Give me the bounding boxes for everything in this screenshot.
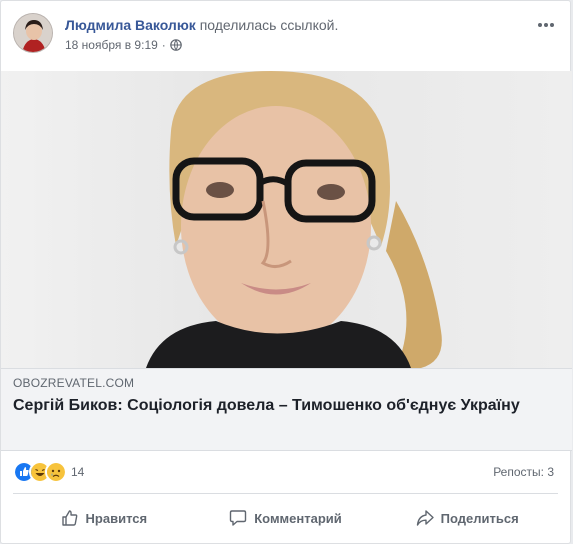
reactions-bar: 14 Репосты: 3	[13, 461, 554, 483]
link-preview-box[interactable]: OBOZREVATEL.COM Сергій Биков: Соціологія…	[1, 368, 572, 451]
author-name[interactable]: Людмила Ваколюк	[65, 17, 196, 33]
post-header: Людмила Ваколюк поделилась ссылкой. 18 н…	[13, 11, 558, 59]
sad-reaction-icon	[45, 461, 67, 483]
post-action-text: поделилась ссылкой.	[199, 17, 339, 33]
comment-button-label: Комментарий	[254, 510, 342, 526]
share-button[interactable]: Поделиться	[376, 498, 558, 538]
like-button-label: Нравится	[85, 510, 148, 526]
globe-icon[interactable]	[169, 39, 182, 51]
avatar[interactable]	[13, 13, 53, 53]
link-domain: OBOZREVATEL.COM	[13, 376, 135, 390]
share-button-label: Поделиться	[440, 510, 519, 526]
avatar-photo	[14, 14, 52, 52]
share-count[interactable]: Репосты: 3	[493, 465, 554, 479]
post-timestamp[interactable]: 18 ноября в 9:19	[65, 38, 158, 52]
divider	[13, 493, 558, 494]
post-card: Людмила Ваколюк поделилась ссылкой. 18 н…	[0, 0, 572, 544]
share-arrow-icon	[416, 510, 434, 526]
link-title[interactable]: Сергій Биков: Соціологія довела – Тимоше…	[13, 396, 533, 416]
like-button[interactable]: Нравится	[13, 498, 195, 538]
portrait-photo	[146, 71, 442, 368]
reaction-icons[interactable]	[13, 461, 67, 483]
post-meta: 18 ноября в 9:19 ·	[65, 38, 182, 52]
comment-icon	[230, 510, 247, 526]
thumbs-up-icon	[61, 510, 77, 526]
more-options-icon[interactable]	[536, 15, 556, 35]
post-title-line: Людмила Ваколюк поделилась ссылкой.	[65, 17, 338, 33]
comment-button[interactable]: Комментарий	[195, 498, 377, 538]
meta-separator: ·	[161, 38, 166, 52]
post-actions: Нравится Комментарий Поделиться	[13, 498, 558, 538]
reaction-count[interactable]: 14	[71, 465, 84, 479]
link-preview-image[interactable]	[1, 71, 572, 368]
